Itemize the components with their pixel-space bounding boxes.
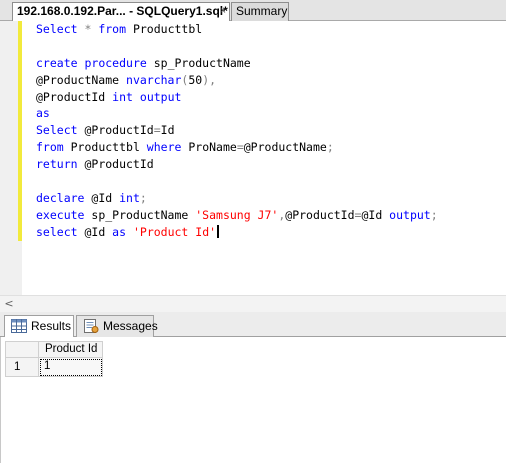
code-token: ProName	[181, 140, 237, 155]
query-editor[interactable]: Select * from Producttbl create procedure…	[0, 21, 506, 295]
code-token: 'Samsung J7'	[195, 207, 279, 222]
code-token: ;	[430, 207, 438, 222]
close-icon[interactable]: ×	[220, 3, 226, 20]
text-caret	[217, 224, 220, 238]
code-token: output	[389, 207, 431, 222]
grid-cell-product-id[interactable]: 1	[39, 358, 103, 377]
code-line[interactable]: @ProductName nvarchar(50),	[36, 72, 506, 89]
code-line[interactable]: execute sp_ProductName 'Samsung J7',@Pro…	[36, 207, 506, 224]
code-token: execute	[36, 207, 85, 222]
code-token: @ProductName	[243, 140, 327, 155]
code-line[interactable]: declare @Id int;	[36, 190, 506, 207]
code-token: from	[36, 140, 64, 155]
code-token: @ProductId	[77, 123, 154, 138]
code-token: sp_ProductName	[84, 207, 196, 222]
code-token: int	[119, 190, 140, 205]
results-grid[interactable]: Product Id 1 1	[0, 337, 506, 463]
code-token: sp_ProductName	[146, 55, 251, 70]
tab-summary[interactable]: Summary	[231, 2, 289, 21]
tab-messages-label: Messages	[103, 319, 158, 333]
code-token: *	[77, 22, 99, 36]
code-token: Select	[36, 123, 78, 138]
code-line[interactable]	[36, 38, 506, 55]
grid-corner-cell[interactable]	[5, 341, 39, 358]
tab-results-label: Results	[31, 319, 72, 333]
code-line[interactable]: return @ProductId	[36, 156, 506, 173]
code-token: ),	[202, 72, 217, 87]
code-line[interactable]: create procedure sp_ProductName	[36, 55, 506, 72]
results-tab-strip: Results Messages	[0, 312, 506, 337]
tab-messages[interactable]: Messages	[76, 315, 158, 337]
code-token: @Id	[361, 207, 390, 222]
scroll-left-icon[interactable]: <	[2, 296, 16, 312]
code-area[interactable]: Select * from Producttbl create procedure…	[36, 21, 506, 295]
code-token: 50	[188, 72, 203, 87]
code-token: @ProductId	[285, 207, 355, 222]
code-token: ;	[139, 190, 147, 205]
code-token: =	[236, 140, 244, 155]
code-token: as	[36, 106, 50, 121]
tab-sqlquery1-label: 192.168.0.192.Par... - SQLQuery1.sql*	[17, 4, 228, 18]
code-token: Producttbl	[126, 22, 203, 36]
document-tab-strip: 192.168.0.192.Par... - SQLQuery1.sql* × …	[0, 0, 506, 22]
code-token: declare	[36, 190, 85, 205]
code-line[interactable]: Select * from Producttbl	[36, 21, 506, 38]
code-token: =	[153, 123, 161, 138]
code-token: where	[146, 140, 182, 155]
code-token: int	[112, 89, 133, 104]
row-number[interactable]: 1	[5, 358, 39, 377]
code-token: Producttbl	[63, 140, 147, 155]
tab-results[interactable]: Results	[4, 315, 74, 337]
code-token: @ProductId	[77, 157, 154, 172]
code-line[interactable]: as	[36, 105, 506, 122]
code-line[interactable]: select @Id as 'Product Id'	[36, 224, 506, 241]
grid-table-icon	[11, 319, 27, 333]
code-line[interactable]: @ProductId int output	[36, 89, 506, 106]
column-header-product-id[interactable]: Product Id	[39, 341, 103, 358]
code-line[interactable]: from Producttbl where ProName=@ProductNa…	[36, 139, 506, 156]
code-token: return	[36, 157, 78, 172]
change-tracking-bar	[18, 21, 22, 241]
code-token: @Id	[77, 224, 113, 239]
tab-sqlquery1[interactable]: 192.168.0.192.Par... - SQLQuery1.sql* ×	[12, 2, 230, 22]
code-token: 'Product Id'	[132, 224, 217, 239]
code-token: create	[36, 55, 78, 70]
code-line[interactable]	[36, 173, 506, 190]
code-token: select	[36, 224, 78, 239]
code-token: ;	[326, 140, 334, 155]
code-token: output	[139, 89, 182, 104]
code-line[interactable]: Select @ProductId=Id	[36, 122, 506, 139]
code-token: @ProductId	[36, 89, 113, 104]
code-token: procedure	[84, 55, 147, 70]
tab-summary-label: Summary	[236, 4, 288, 18]
code-token: @ProductName	[36, 72, 127, 87]
code-token: Select	[36, 22, 78, 36]
code-token: @Id	[84, 190, 120, 205]
code-token: from	[98, 22, 127, 36]
code-token: as	[112, 224, 127, 239]
code-token: nvarchar	[126, 72, 182, 87]
messages-icon	[84, 319, 99, 333]
code-token: Id	[160, 123, 175, 138]
horizontal-scrollbar[interactable]: <	[0, 295, 506, 312]
